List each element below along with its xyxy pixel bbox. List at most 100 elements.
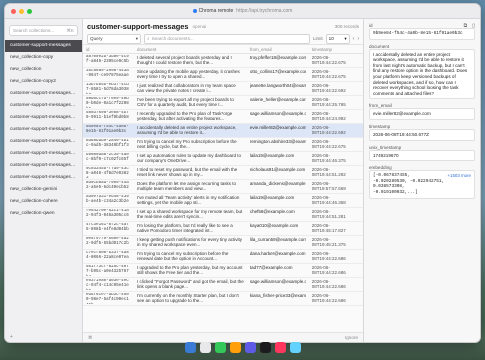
column-header-timestamp[interactable]: timestamp xyxy=(308,45,363,54)
cell-timestamp: 2026-06-08T19:44:51.292 xyxy=(309,166,363,180)
cell-document-text: I set up a shared workspace for my remot… xyxy=(137,209,243,220)
table-row[interactable]: ebdf6ce7-db3c-4500-98e7-5af4c90ec145b I'm… xyxy=(83,292,363,306)
table-row[interactable]: 9c03345b-f7d9-43c8-a046-4f8d7e0382f I tri… xyxy=(83,166,363,180)
column-header-from-email[interactable]: from_email xyxy=(246,45,309,54)
table-row[interactable]: c7ecf808-b337-4d84-8066-22a8ce07ea6 I'm t… xyxy=(83,250,363,264)
records-panel: customer-support-messages openai 300 rec… xyxy=(83,19,364,342)
table-row[interactable]: 58037698-3e88-4b79-9911-b1ef9bd0b8e5 I re… xyxy=(83,110,363,124)
cell-document: I'm currently on the monthly Starter pla… xyxy=(134,292,247,306)
cell-id-text: c7ecf808-b337-4d84-8066-22a8ce07ea6 xyxy=(86,251,129,261)
cell-timestamp: 2026-06-08T19:45:21.375 xyxy=(309,236,363,250)
dock-app-icon[interactable] xyxy=(199,342,211,353)
cell-from-email-text: tad77@example.com xyxy=(249,265,293,270)
sidebar-item-collection[interactable]: customer-support-messages-co... xyxy=(5,112,82,124)
sidebar-item-collection[interactable]: new_collection-cohere xyxy=(5,196,82,208)
cell-document-text: I'm currently on the monthly Starter pla… xyxy=(137,293,239,304)
sidebar-item-collection[interactable]: customer-support-messages xyxy=(5,40,82,52)
sidebar-item-collection[interactable]: new_collection-copy xyxy=(5,52,82,64)
document-search-input[interactable]: ⌕ Search documents... xyxy=(144,33,310,44)
table-row[interactable]: a8709e2b-3d8e-4c9f-a846-2395ce9c5b03 I de… xyxy=(83,54,363,68)
dock-app-icon[interactable] xyxy=(274,342,286,353)
table-row[interactable]: 5d9e7d31-ed48-439b-ae4b-c34a2c3b2e66 I've… xyxy=(83,194,363,208)
sidebar-item-collection[interactable]: customer-support-messages-co... xyxy=(5,172,82,184)
cell-timestamp-text: 2026-06-08T19:44:25.765 xyxy=(311,97,346,108)
detail-embedding-value[interactable]: [-0.0678374S5, -0.020289530, -0.02294275… xyxy=(373,173,444,195)
next-page-icon[interactable]: › xyxy=(357,36,359,42)
cell-document: I'm trying to cancel my subscription bef… xyxy=(134,250,247,264)
sidebar-item-collection[interactable]: customer-support-messages-ge... xyxy=(5,124,82,136)
cell-document-text: I'm trying to cancel my subscription bef… xyxy=(137,251,229,262)
sidebar-item-collection[interactable]: new_collection-gemini xyxy=(5,184,82,196)
cell-document-text: I've been trying to export all my projec… xyxy=(137,97,234,108)
dock-app-icon[interactable] xyxy=(184,342,196,353)
cell-id: 561f73cf-825c-4077-b95c-a0e4325767b4 xyxy=(83,264,134,278)
column-header-id[interactable]: id xyxy=(83,45,134,54)
cell-from-email: otto_collins17@example.com xyxy=(247,68,309,82)
cell-id: 6d68bdd9-2a40-4b1c-9ad5-38349bf1f30 xyxy=(83,138,134,152)
cell-from-email: nicholaus81@example.com xyxy=(247,166,309,180)
table-row[interactable]: 4fc3e161-8f2c-4af5-898b-e4fe8d04bb6 I'm l… xyxy=(83,222,363,236)
table-row[interactable]: 8d9cb8ad-7969-44a2-a5e5-6dc40ecb5247 Does… xyxy=(83,180,363,194)
column-header-document[interactable]: document xyxy=(134,45,247,54)
cell-id: fe54270e-52c1-41a2-94f3-046a305cc6e9 xyxy=(83,208,134,222)
table-row[interactable]: e9371ea0-a03e-4ecc-94f4-c14c95e41eb9 I cl… xyxy=(83,278,363,292)
expand-icon[interactable]: ▯ xyxy=(472,23,475,29)
sidebar-item-collection[interactable]: new_collection xyxy=(5,64,82,76)
cell-timestamp: 2026-06-08T19:44:22.692 xyxy=(309,82,363,96)
detail-unix-value[interactable]: 1749219670 xyxy=(369,149,475,162)
query-mode-select[interactable]: Query ▾ xyxy=(87,33,141,44)
sidebar-item-collection[interactable]: customer-support-messages-co... xyxy=(5,88,82,100)
table-row[interactable]: 13b7b65b-eb3f-4cd7-8581-5d78da3038b7 I ju… xyxy=(83,82,363,96)
cell-timestamp-text: 2026-06-08T19:45:17.827 xyxy=(311,223,346,234)
cell-from-email-text: chef58@example.com xyxy=(249,209,295,214)
table-row[interactable]: 6d68bdd9-2a40-4b1c-9ad5-38349bf1f30 I'm t… xyxy=(83,138,363,152)
detail-id-value[interactable]: 9b9ee84-f54c-4a0b-8e15-61f91ae0b3c xyxy=(369,28,475,40)
cell-id-text: 98d6ccfd-f6e9-40b0-b0de-0a1c7f2208b6 xyxy=(86,97,129,107)
dock-app-icon[interactable] xyxy=(244,342,256,353)
footer-shortcut: ⌘ xyxy=(88,334,93,340)
add-collection-icon[interactable]: + xyxy=(10,334,13,340)
table-header-row: id document from_email timestamp xyxy=(83,45,363,54)
record-detail-panel: ⧉ ▯ id 9b9ee84-f54c-4a0b-8e15-61f91ae0b3… xyxy=(364,19,480,342)
cell-id-text: 4fc3e161-8f2c-4af5-898b-e4fe8d04bb6 xyxy=(86,223,129,233)
cell-timestamp-text: 2026-06-08T19:44:51.292 xyxy=(311,167,346,178)
sidebar-item-collection[interactable]: customer-support-messages-co... xyxy=(5,100,82,112)
cell-id-text: d9080da8-2c39-4d0c-8bf0-c7c02fc65f62 xyxy=(86,153,129,163)
cell-document-text: I accidentally deleted an entire project… xyxy=(137,125,237,136)
cell-document: I clicked "Forgot Password" and got the … xyxy=(134,278,247,292)
sidebar-item-collection[interactable]: customer-support-messages-co... xyxy=(5,136,82,148)
table-row[interactable]: 35c8689-2998-443a-9647-ce97875eaae Since … xyxy=(83,68,363,82)
sidebar-item-collection[interactable]: new_collection-copy2 xyxy=(5,76,82,88)
table-row[interactable]: d9080da8-2c39-4d0c-8bf0-c7c02fc65f62 I se… xyxy=(83,152,363,166)
collection-search-input[interactable]: Search collections... ⌘K xyxy=(9,25,78,36)
detail-from-value[interactable]: evie.miller82@example.com xyxy=(369,108,475,120)
sidebar-item-collection[interactable]: customer-support-messages-jina xyxy=(5,148,82,160)
dock-app-icon[interactable] xyxy=(259,342,271,353)
dock-app-icon[interactable] xyxy=(214,342,226,353)
detail-document-value[interactable]: I accidentally deleted an entire project… xyxy=(369,48,475,100)
prev-page-icon[interactable]: ‹ xyxy=(353,36,355,42)
table-row[interactable]: 98d6ccfd-f6e9-40b0-b0de-0a1c7f2208b6 I've… xyxy=(83,96,363,110)
table-row[interactable]: 0e5f97f9-560e-4a22-9df5-55bd017c2be0 I ke… xyxy=(83,236,363,250)
cell-timestamp-text: 2026-06-08T19:44:22.675 xyxy=(311,55,346,66)
table-row[interactable]: fe54270e-52c1-41a2-94f3-046a305cc6e9 I se… xyxy=(83,208,363,222)
embedding-more-link[interactable]: +1503 more xyxy=(447,173,471,178)
table-row[interactable]: 9b9e84-f54c-4a0b-8e15-61f91ae0b3c I accid… xyxy=(83,123,363,138)
limit-select[interactable]: 10 ▾ xyxy=(325,33,350,44)
cell-document: Does the platform let me assign recurrin… xyxy=(134,180,247,194)
cell-document-text: I clicked "Forgot Password" and got the … xyxy=(137,279,244,290)
cell-from-email: amanda_dickens@example.com xyxy=(247,180,309,194)
sidebar-item-collection[interactable]: new_collection-qwen xyxy=(5,208,82,220)
dock-app-icon[interactable] xyxy=(289,342,301,353)
dock-app-icon[interactable] xyxy=(229,342,241,353)
detail-timestamp-value[interactable]: 2026-06-08T19:44:50.677Z xyxy=(369,128,475,141)
cell-id: 9c03345b-f7d9-43c8-a046-4f8d7e0382f xyxy=(83,166,134,180)
cell-document: I accidentally deleted an entire project… xyxy=(134,124,247,138)
sidebar-item-collection[interactable]: customer-support-messages-op... xyxy=(5,160,82,172)
cell-document: I'm losing the platform, but I'd really … xyxy=(134,222,247,236)
ignore-button[interactable]: Ignore xyxy=(345,335,358,340)
copy-icon[interactable]: ⧉ xyxy=(464,23,468,29)
cell-id: 98d6ccfd-f6e9-40b0-b0de-0a1c7f2208b6 xyxy=(83,96,134,110)
cell-from-email-text: jeanette.langworth04@example.com xyxy=(249,83,306,88)
table-row[interactable]: 561f73cf-825c-4077-b95c-a0e4325767b4 I up… xyxy=(83,264,363,278)
